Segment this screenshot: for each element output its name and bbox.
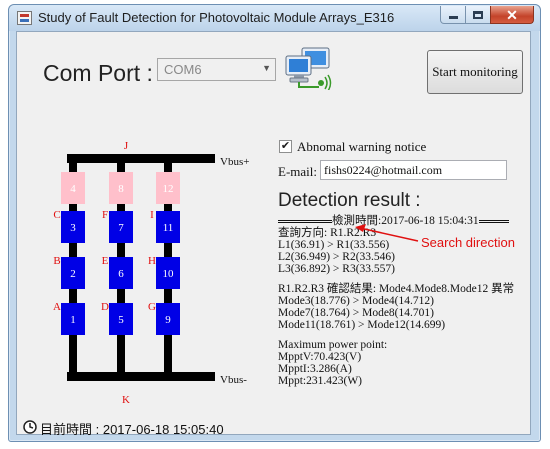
search-direction-annotation: Search direction <box>421 235 515 250</box>
annotation-arrow <box>355 224 419 242</box>
